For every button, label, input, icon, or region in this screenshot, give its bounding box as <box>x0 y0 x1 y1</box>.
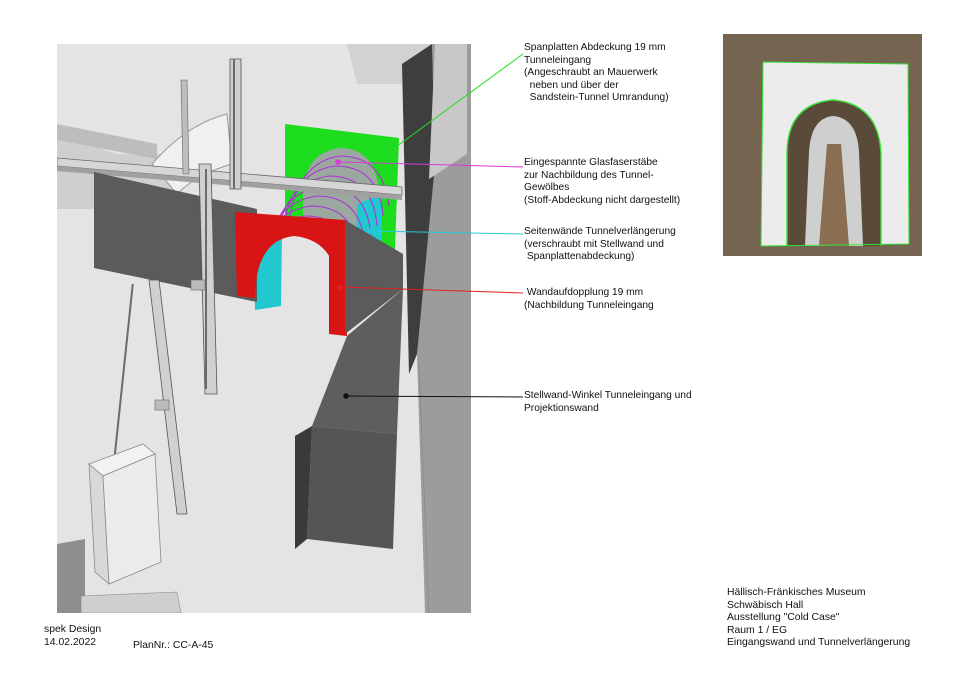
callout-line: (Nachbildung Tunneleingang <box>524 299 654 311</box>
callout-line: Eingespannte Glasfaserstäbe <box>524 157 658 168</box>
plan-number: PlanNr.: CC-A-45 <box>133 640 214 651</box>
post-top <box>229 58 242 190</box>
callout-line: zur Nachbildung des Tunnel- <box>524 169 654 181</box>
callout-line: Spanplattenabdeckung) <box>524 251 635 263</box>
project-info-line: Hällisch-Fränkisches Museum <box>727 587 866 598</box>
callout-line: Seitenwände Tunnelverlängerung <box>524 226 676 237</box>
project-info-line: Ausstellung "Cold Case" <box>727 612 840 624</box>
callout-stellwand: Stellwand-Winkel Tunneleingang und Projek… <box>524 390 692 415</box>
bracket-lower <box>154 399 170 411</box>
callout-line: Spanplatten Abdeckung 19 mm <box>524 42 666 53</box>
callout-line: (Angeschraubt an Mauerwerk <box>524 67 658 79</box>
post-middle-groove <box>205 169 207 389</box>
project-info-line: Eingangswand und Tunnelverlängerung <box>727 637 911 649</box>
callout-line: Tunneleingang <box>524 54 592 66</box>
callout-glasfaserstaebe: Eingespannte Glasfaserstäbe zur Nachbildu… <box>524 157 680 207</box>
render-view <box>57 44 471 613</box>
callout-seitenwaende: Seitenwände Tunnelverlängerung (verschrau… <box>524 226 676 264</box>
cabinet-front <box>102 453 162 585</box>
floor-plinth <box>80 591 182 613</box>
callout-line: Projektionswand <box>524 402 599 414</box>
callout-line: Wandaufdopplung 19 mm <box>524 287 644 298</box>
project-info-line: Schwäbisch Hall <box>727 599 804 611</box>
plan-date: 14.02.2022 <box>44 637 97 648</box>
post-top-groove <box>233 59 235 189</box>
project-info-line: Raum 1 / EG <box>727 624 788 636</box>
projection-wall <box>307 426 397 549</box>
bracket-upper <box>190 279 206 291</box>
callout-wandaufdopplung: Wandaufdopplung 19 mm (Nachbildung Tunnel… <box>524 287 654 312</box>
callout-spanplatten: Spanplatten Abdeckung 19 mm Tunneleingang… <box>524 42 669 105</box>
callout-line: (Stoff-Abdeckung nicht dargestellt) <box>524 194 681 206</box>
callout-line: Gewölbes <box>524 182 570 194</box>
company-name: spek Design <box>44 624 102 635</box>
red-pillar-right <box>329 244 347 336</box>
callout-line: Sandstein-Tunnel Umrandung) <box>524 92 669 104</box>
photo-tunnel <box>723 34 922 256</box>
callout-line: Stellwand-Winkel Tunneleingang und <box>524 390 692 401</box>
project-info: Hällisch-Fränkisches Museum Schwäbisch Ha… <box>727 587 910 650</box>
callout-line: (verschraubt mit Stellwand und <box>524 238 664 250</box>
callout-line: neben und über der <box>524 79 619 91</box>
